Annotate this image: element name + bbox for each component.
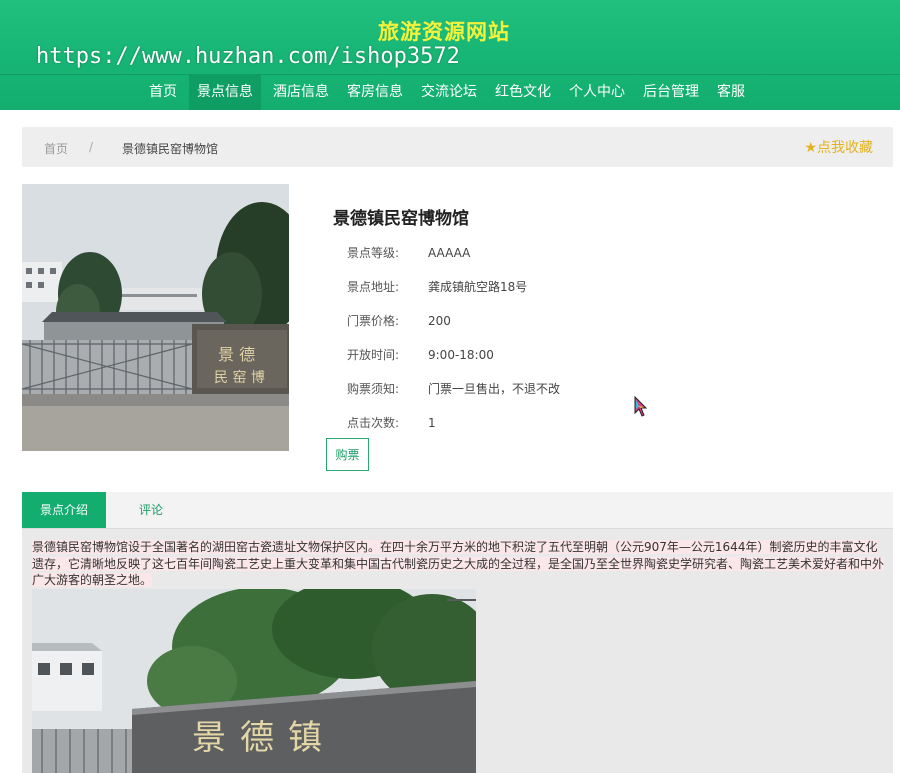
info-row-price: 门票价格: 200 bbox=[347, 312, 451, 329]
info-row-level: 景点等级: AAAAA bbox=[347, 244, 470, 261]
nav-item-rooms[interactable]: 客房信息 bbox=[341, 75, 409, 110]
tab-introduction[interactable]: 景点介绍 bbox=[22, 492, 106, 528]
info-value: 门票一旦售出，不退不改 bbox=[428, 382, 561, 396]
breadcrumb-separator: / bbox=[89, 140, 94, 154]
attraction-title: 景德镇民窑博物馆 bbox=[333, 209, 469, 229]
svg-text:民 窑 博: 民 窑 博 bbox=[214, 369, 265, 386]
info-value: 1 bbox=[428, 416, 436, 430]
buy-ticket-button[interactable]: 购票 bbox=[326, 438, 369, 471]
info-label: 门票价格: bbox=[347, 314, 400, 328]
breadcrumb-current: 景德镇民窑博物馆 bbox=[122, 142, 219, 156]
nav-item-red-culture[interactable]: 红色文化 bbox=[489, 75, 557, 110]
info-label: 景点等级: bbox=[347, 246, 400, 260]
nav-item-hotels[interactable]: 酒店信息 bbox=[267, 75, 335, 110]
nav-item-forum[interactable]: 交流论坛 bbox=[415, 75, 483, 110]
nav-item-admin[interactable]: 后台管理 bbox=[637, 75, 705, 110]
mouse-cursor-icon bbox=[634, 396, 648, 417]
museum-gate-illustration: 景 德 民 窑 博 bbox=[22, 184, 289, 451]
breadcrumb-home-link[interactable]: 首页 bbox=[44, 140, 68, 157]
tab-strip: 景点介绍 评论 bbox=[22, 492, 893, 529]
info-row-notice: 购票须知: 门票一旦售出，不退不改 bbox=[347, 380, 560, 397]
museum-sign-illustration: 景德镇 bbox=[32, 589, 476, 773]
site-title: 旅游资源网站 bbox=[378, 20, 510, 44]
nav-item-personal-center[interactable]: 个人中心 bbox=[563, 75, 631, 110]
svg-text:景 德: 景 德 bbox=[218, 345, 255, 364]
attraction-description: 景德镇民窑博物馆设于全国著名的湖田窑古瓷遗址文物保护区内。在四十余万平方米的地下… bbox=[32, 539, 885, 589]
favorite-label: 点我收藏 bbox=[817, 140, 873, 156]
info-value: 龚成镇航空路18号 bbox=[428, 280, 528, 294]
info-label: 开放时间: bbox=[347, 348, 400, 362]
attraction-photo: 景 德 民 窑 博 bbox=[22, 184, 289, 451]
tab-panel: 景点介绍 评论 景德镇民窑博物馆设于全国著名的湖田窑古瓷遗址文物保护区内。在四十… bbox=[22, 492, 893, 773]
nav-item-service[interactable]: 客服 bbox=[711, 75, 751, 110]
info-row-clicks: 点击次数: 1 bbox=[347, 414, 436, 431]
star-icon: ★ bbox=[804, 140, 817, 156]
info-label: 购票须知: bbox=[347, 382, 400, 396]
info-value: AAAAA bbox=[428, 246, 471, 260]
breadcrumb: 首页 / 景德镇民窑博物馆 ★点我收藏 bbox=[22, 127, 893, 167]
sign-text: 景德镇 bbox=[192, 718, 336, 758]
site-header: 旅游资源网站 https://www.huzhan.com/ishop3572 … bbox=[0, 0, 900, 110]
favorite-button[interactable]: ★点我收藏 bbox=[804, 137, 873, 157]
nav-item-attractions[interactable]: 景点信息 bbox=[189, 75, 261, 110]
info-row-hours: 开放时间: 9:00-18:00 bbox=[347, 346, 494, 363]
description-text: 景德镇民窑博物馆设于全国著名的湖田窑古瓷遗址文物保护区内。在四十余万平方米的地下… bbox=[32, 540, 885, 587]
tab-comments[interactable]: 评论 bbox=[108, 492, 194, 528]
info-label: 点击次数: bbox=[347, 416, 400, 430]
info-value: 9:00-18:00 bbox=[428, 348, 494, 362]
nav-item-home[interactable]: 首页 bbox=[143, 75, 183, 110]
info-value: 200 bbox=[428, 314, 451, 328]
content-photo: 景德镇 bbox=[32, 589, 476, 773]
info-row-address: 景点地址: 龚成镇航空路18号 bbox=[347, 278, 527, 295]
watermark-text: https://www.huzhan.com/ishop3572 bbox=[36, 44, 460, 69]
info-label: 景点地址: bbox=[347, 280, 400, 294]
main-nav: 首页 景点信息 酒店信息 客房信息 交流论坛 红色文化 个人中心 后台管理 客服 bbox=[140, 75, 754, 110]
